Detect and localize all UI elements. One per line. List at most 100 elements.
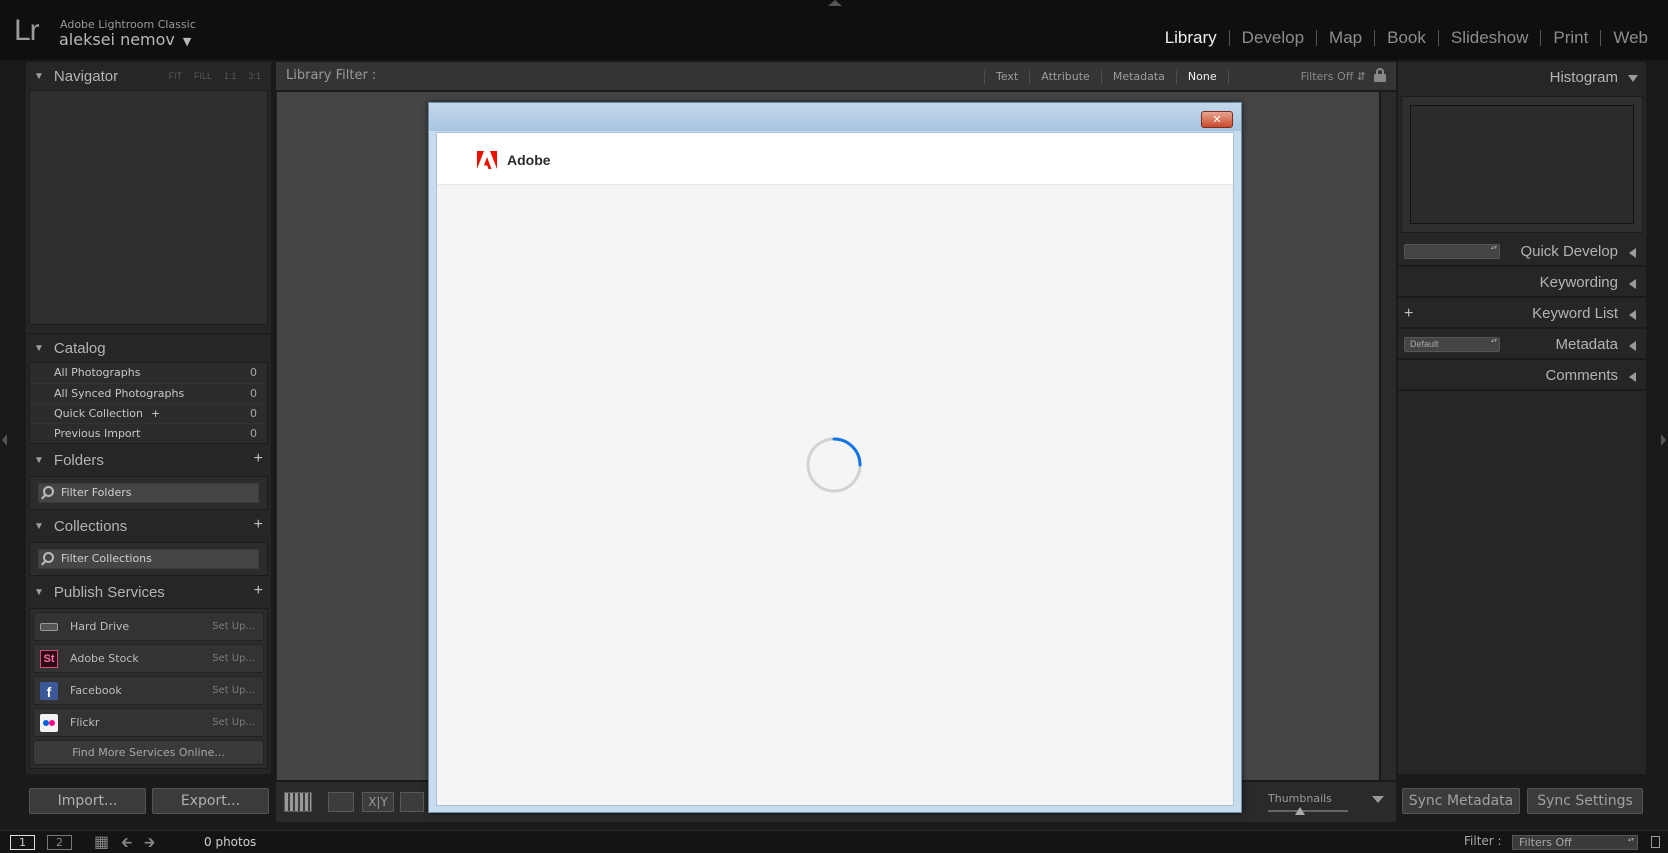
module-book[interactable]: Book	[1375, 28, 1438, 48]
module-slideshow[interactable]: Slideshow	[1439, 28, 1541, 48]
compare-view-icon[interactable]: X|Y	[362, 792, 394, 812]
collapse-triangle-icon[interactable]: ▼	[34, 587, 44, 598]
forward-arrow-icon[interactable]: 🡲	[144, 832, 155, 853]
zoom-3-1[interactable]: 3:1	[248, 71, 261, 81]
zoom-fit[interactable]: FIT	[168, 71, 182, 81]
loupe-view-icon[interactable]	[328, 792, 354, 812]
filmstrip-filter-select[interactable]: Filters Off	[1512, 835, 1638, 850]
module-picker: Library Develop Map Book Slideshow Print…	[1153, 28, 1660, 48]
setup-link[interactable]: Set Up...	[212, 613, 255, 640]
histogram-header[interactable]: Histogram	[1398, 62, 1646, 93]
toolbar-menu-icon[interactable]	[1372, 796, 1384, 803]
module-map[interactable]: Map	[1317, 28, 1374, 48]
metadata-preset-select[interactable]: Default	[1404, 337, 1500, 352]
collapse-triangle-icon[interactable]: ▼	[34, 455, 44, 466]
module-web[interactable]: Web	[1601, 28, 1660, 48]
expand-triangle-icon[interactable]	[1629, 248, 1636, 258]
zoom-fill[interactable]: FILL	[194, 71, 212, 81]
catalog-item-quick-collection[interactable]: Quick Collection + 0	[30, 403, 267, 423]
filter-option-attribute[interactable]: Attribute	[1029, 70, 1101, 83]
saved-preset-select[interactable]	[1404, 244, 1500, 259]
add-collection-icon[interactable]: +	[254, 516, 263, 534]
module-library[interactable]: Library	[1153, 28, 1229, 48]
collections-header[interactable]: ▼ Collections +	[26, 512, 271, 540]
metadata-title: Metadata	[1555, 336, 1618, 353]
user-name: aleksei nemov	[59, 30, 175, 49]
catalog-item-previous-import[interactable]: Previous Import 0	[30, 423, 267, 443]
catalog-header[interactable]: ▼ Catalog	[26, 334, 271, 362]
dialog-titlebar[interactable]: ✕	[429, 103, 1241, 131]
setup-link[interactable]: Set Up...	[212, 645, 255, 672]
collections-title: Collections	[53, 517, 128, 535]
left-panel-toggle-icon[interactable]	[2, 434, 7, 446]
collapse-triangle-icon[interactable]	[1628, 75, 1638, 82]
collapse-triangle-icon[interactable]: ▼	[34, 71, 44, 82]
folders-header[interactable]: ▼ Folders +	[26, 446, 271, 474]
quick-collection-plus-icon: +	[151, 407, 161, 420]
close-button[interactable]: ✕	[1201, 111, 1233, 128]
grid-scrollbar[interactable]	[1381, 92, 1396, 780]
histogram-display	[1410, 105, 1634, 224]
catalog-item-all-photographs[interactable]: All Photographs 0	[30, 363, 267, 383]
identity-plate[interactable]: aleksei nemov ▼	[59, 30, 191, 49]
add-folder-icon[interactable]: +	[254, 450, 263, 468]
expand-triangle-icon[interactable]	[1629, 341, 1636, 351]
publish-service-facebook[interactable]: f Facebook Set Up...	[33, 676, 264, 705]
grid-view-icon[interactable]	[284, 792, 312, 812]
expand-triangle-icon[interactable]	[1629, 372, 1636, 382]
zoom-1-1[interactable]: 1:1	[224, 71, 237, 81]
filter-preset-select[interactable]: Filters Off ⇵	[1301, 70, 1366, 83]
export-button[interactable]: Export...	[152, 788, 269, 814]
right-panel-toggle-icon[interactable]	[1661, 434, 1666, 446]
filter-folders-placeholder: Filter Folders	[61, 486, 132, 499]
publish-service-hard-drive[interactable]: Hard Drive Set Up...	[33, 612, 264, 641]
secondary-window-button[interactable]: 2	[47, 835, 72, 850]
catalog-item-count: 0	[250, 366, 257, 379]
primary-window-button[interactable]: 1	[10, 835, 35, 850]
facebook-icon: f	[40, 682, 58, 700]
metadata-header[interactable]: Default Metadata	[1398, 329, 1646, 360]
setup-link[interactable]: Set Up...	[212, 677, 255, 704]
publish-services-header[interactable]: ▼ Publish Services +	[26, 578, 271, 606]
collapse-triangle-icon[interactable]: ▼	[34, 343, 44, 354]
chevron-down-icon[interactable]: ▼	[183, 35, 191, 48]
publish-service-flickr[interactable]: Flickr Set Up...	[33, 708, 264, 737]
publish-service-adobe-stock[interactable]: St Adobe Stock Set Up...	[33, 644, 264, 673]
comments-header[interactable]: Comments	[1398, 360, 1646, 391]
thumbnail-size-slider[interactable]	[1268, 810, 1348, 812]
add-keyword-icon[interactable]: +	[1404, 298, 1413, 329]
filter-option-text[interactable]: Text	[984, 70, 1029, 83]
quick-develop-header[interactable]: Quick Develop	[1398, 236, 1646, 267]
filter-preset-value: Filters Off	[1300, 70, 1354, 83]
catalog-item-all-synced-photographs[interactable]: All Synced Photographs 0	[30, 383, 267, 403]
sync-metadata-button[interactable]: Sync Metadata	[1402, 788, 1520, 814]
setup-link[interactable]: Set Up...	[212, 709, 255, 736]
find-more-services-button[interactable]: Find More Services Online...	[33, 740, 264, 765]
back-arrow-icon[interactable]: 🡰	[121, 832, 132, 853]
collapse-triangle-icon[interactable]: ▼	[34, 521, 44, 532]
thumbnail-size-knob[interactable]	[1295, 807, 1305, 815]
survey-view-icon[interactable]	[400, 792, 424, 812]
filmstrip-lock-icon[interactable]	[1651, 836, 1660, 848]
expand-triangle-icon[interactable]	[1629, 279, 1636, 289]
import-button[interactable]: Import...	[29, 788, 146, 814]
sync-settings-button[interactable]: Sync Settings	[1527, 788, 1643, 814]
keywording-header[interactable]: Keywording	[1398, 267, 1646, 298]
publish-service-label: Adobe Stock	[70, 652, 139, 665]
grid-icon[interactable]: ▦	[94, 832, 109, 851]
filter-option-none[interactable]: None	[1175, 70, 1229, 83]
filter-collections-input[interactable]: Filter Collections	[38, 549, 259, 569]
filter-folders-input[interactable]: Filter Folders	[38, 483, 259, 503]
module-print[interactable]: Print	[1541, 28, 1600, 48]
navigator-header[interactable]: ▼ Navigator FIT FILL 1:1 3:1	[26, 62, 271, 90]
expand-triangle-icon[interactable]	[1629, 310, 1636, 320]
right-panel: Histogram Quick Develop Keywording + Key…	[1398, 62, 1646, 774]
filter-option-metadata[interactable]: Metadata	[1100, 70, 1176, 83]
top-panel-toggle-icon[interactable]	[828, 0, 842, 6]
module-develop[interactable]: Develop	[1230, 28, 1316, 48]
keyword-list-header[interactable]: + Keyword List	[1398, 298, 1646, 329]
add-publish-service-icon[interactable]: +	[254, 582, 263, 600]
lock-icon[interactable]	[1374, 68, 1386, 82]
filmstrip-filter-label: Filter :	[1464, 834, 1502, 848]
publish-service-label: Flickr	[70, 716, 100, 729]
